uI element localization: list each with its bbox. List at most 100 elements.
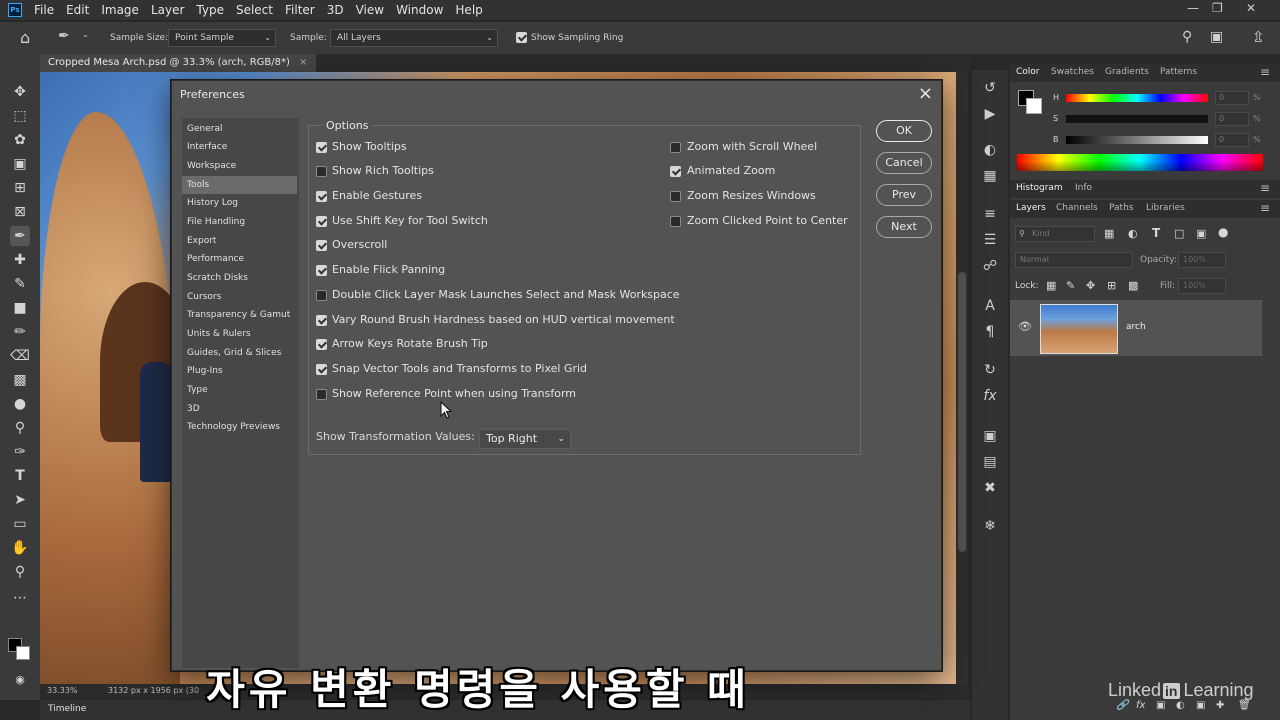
layer-filter-kind[interactable]: ⚲ Kind: [1015, 226, 1095, 242]
tab-layers[interactable]: Layers: [1016, 203, 1046, 213]
adjustments-panel-icon[interactable]: ◐: [980, 140, 1000, 160]
new-layer-icon[interactable]: ✚: [1216, 700, 1224, 711]
filter-adjustment-icon[interactable]: ◐: [1128, 227, 1138, 240]
tab-gradients[interactable]: Gradients: [1105, 67, 1149, 77]
category-plug-ins[interactable]: Plug-Ins: [182, 362, 297, 380]
background-color-swatch[interactable]: [16, 646, 30, 660]
brush-tool-icon[interactable]: ✎: [10, 274, 30, 294]
show-tooltips-label[interactable]: Show Tooltips: [332, 140, 407, 153]
menu-select[interactable]: Select: [236, 3, 273, 17]
menu-edit[interactable]: Edit: [66, 3, 89, 17]
show-rich-tooltips-label[interactable]: Show Rich Tooltips: [332, 164, 434, 177]
menu-help[interactable]: Help: [455, 3, 482, 17]
category-performance[interactable]: Performance: [182, 250, 297, 268]
category-3d[interactable]: 3D: [182, 400, 297, 418]
menu-layer[interactable]: Layer: [151, 3, 184, 17]
scrollbar-thumb[interactable]: [958, 272, 966, 552]
paragraph-panel-icon[interactable]: ¶: [980, 322, 1000, 342]
more-tools-icon[interactable]: ⋯: [10, 588, 30, 608]
brightness-slider[interactable]: [1066, 136, 1208, 144]
properties-panel-icon[interactable]: ☰: [980, 230, 1000, 250]
category-tools[interactable]: Tools: [182, 176, 297, 194]
category-guides-grid-slices[interactable]: Guides, Grid & Slices: [182, 344, 297, 362]
filter-toggle-icon[interactable]: ●: [1218, 225, 1228, 239]
enable-gestures-checkbox[interactable]: [316, 191, 327, 202]
layer-name[interactable]: arch: [1126, 322, 1146, 332]
shift-key-tool-switch-checkbox[interactable]: [316, 216, 327, 227]
opacity-input[interactable]: 100%: [1178, 252, 1226, 268]
3d-panel-icon[interactable]: ❄: [980, 516, 1000, 536]
zoom-tool-icon[interactable]: ⚲: [10, 562, 30, 582]
notes-panel-icon[interactable]: ▤: [980, 452, 1000, 472]
overscroll-label[interactable]: Overscroll: [332, 238, 387, 251]
category-interface[interactable]: Interface: [182, 138, 297, 156]
lock-all-icon[interactable]: ▩: [1128, 279, 1138, 292]
vary-brush-hardness-checkbox[interactable]: [316, 315, 327, 326]
shift-key-tool-switch-label[interactable]: Use Shift Key for Tool Switch: [332, 214, 488, 227]
eyedropper-icon[interactable]: ✒: [58, 28, 70, 44]
arrow-keys-rotate-label[interactable]: Arrow Keys Rotate Brush Tip: [332, 337, 488, 350]
frame-tool-icon[interactable]: ⊠: [10, 202, 30, 222]
character-panel-icon[interactable]: A: [980, 296, 1000, 316]
tab-paths[interactable]: Paths: [1109, 203, 1133, 213]
cancel-button[interactable]: Cancel: [876, 152, 932, 174]
visibility-eye-icon[interactable]: 👁: [1018, 320, 1032, 333]
vary-brush-hardness-label[interactable]: Vary Round Brush Hardness based on HUD v…: [332, 313, 675, 326]
blend-mode-select[interactable]: Normal: [1015, 252, 1133, 268]
zoom-clicked-point-checkbox[interactable]: [670, 216, 681, 227]
layer-comps-icon[interactable]: ▣: [980, 426, 1000, 446]
menu-window[interactable]: Window: [396, 3, 443, 17]
flick-panning-checkbox[interactable]: [316, 265, 327, 276]
animated-zoom-label[interactable]: Animated Zoom: [687, 164, 775, 177]
photoshop-logo-icon[interactable]: Ps: [8, 3, 22, 17]
zoom-resizes-windows-checkbox[interactable]: [670, 191, 681, 202]
add-mask-icon[interactable]: ▣: [1156, 700, 1165, 711]
timeline-panel-icon[interactable]: ↻: [980, 360, 1000, 380]
new-group-icon[interactable]: ▣: [1196, 700, 1205, 711]
flick-panning-label[interactable]: Enable Flick Panning: [332, 263, 445, 276]
brush-settings-icon[interactable]: ≡: [980, 204, 1000, 224]
healing-brush-tool-icon[interactable]: ✚: [10, 250, 30, 270]
snap-vector-pixel-grid-label[interactable]: Snap Vector Tools and Transforms to Pixe…: [332, 362, 587, 375]
tab-patterns[interactable]: Patterns: [1160, 67, 1197, 77]
ok-button[interactable]: OK: [876, 120, 932, 142]
category-transparency-gamut[interactable]: Transparency & Gamut: [182, 306, 297, 324]
layer-mask-select-mask-label[interactable]: Double Click Layer Mask Launches Select …: [332, 288, 680, 301]
snap-vector-pixel-grid-checkbox[interactable]: [316, 364, 327, 375]
zoom-scroll-wheel-label[interactable]: Zoom with Scroll Wheel: [687, 140, 817, 153]
category-general[interactable]: General: [182, 120, 297, 138]
show-reference-point-checkbox[interactable]: [316, 389, 327, 400]
workspace-icon[interactable]: ▣: [1210, 29, 1223, 45]
menu-view[interactable]: View: [356, 3, 384, 17]
share-icon[interactable]: ⇫: [1252, 28, 1265, 46]
category-file-handling[interactable]: File Handling: [182, 213, 297, 231]
tab-info[interactable]: Info: [1075, 183, 1092, 193]
tab-channels[interactable]: Channels: [1056, 203, 1098, 213]
tab-libraries[interactable]: Libraries: [1146, 203, 1185, 213]
document-tab[interactable]: Cropped Mesa Arch.psd @ 33.3% (arch, RGB…: [40, 54, 316, 72]
history-brush-tool-icon[interactable]: ✏: [10, 322, 30, 342]
lock-artboard-icon[interactable]: ⊞: [1107, 279, 1116, 292]
crop-tool-icon[interactable]: ⊞: [10, 178, 30, 198]
filter-shape-icon[interactable]: □: [1174, 227, 1184, 240]
canvas-scrollbar[interactable]: [956, 72, 968, 684]
lasso-tool-icon[interactable]: ✿: [10, 130, 30, 150]
layer-fx-icon[interactable]: fx: [1136, 700, 1145, 711]
home-icon[interactable]: ⌂: [20, 28, 30, 47]
chevron-down-icon[interactable]: ⌄: [82, 30, 89, 39]
close-window-icon[interactable]: ✕: [1246, 1, 1256, 15]
history-panel-icon[interactable]: ↺: [980, 78, 1000, 98]
category-units-rulers[interactable]: Units & Rulers: [182, 325, 297, 343]
marquee-tool-icon[interactable]: ⬚: [10, 106, 30, 126]
lock-position-icon[interactable]: ✥: [1086, 279, 1095, 292]
category-technology-previews[interactable]: Technology Previews: [182, 418, 297, 436]
panel-menu-icon[interactable]: ≡: [1260, 65, 1270, 79]
zoom-scroll-wheel-checkbox[interactable]: [670, 142, 681, 153]
lock-transparent-icon[interactable]: ▦: [1046, 279, 1056, 292]
clone-source-icon[interactable]: ☍: [980, 256, 1000, 276]
arrow-keys-rotate-checkbox[interactable]: [316, 339, 327, 350]
overscroll-checkbox[interactable]: [316, 240, 327, 251]
actions-panel-icon[interactable]: ▶: [980, 104, 1000, 124]
show-sampling-ring-checkbox[interactable]: [516, 32, 527, 43]
category-scratch-disks[interactable]: Scratch Disks: [182, 269, 297, 287]
